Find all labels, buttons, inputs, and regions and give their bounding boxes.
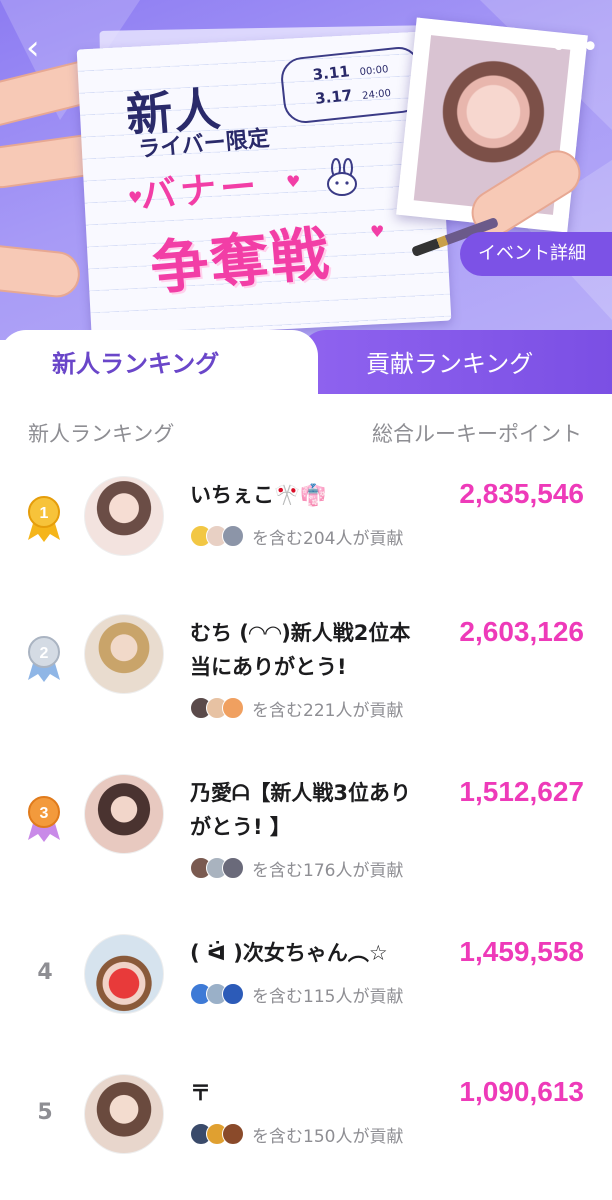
gold-medal-icon: 1 [28, 496, 60, 542]
rookie-points: 2,835,546 [459, 478, 584, 509]
mini-avatar [222, 525, 244, 547]
ranking-row-4[interactable]: 4 ( ᐛ )次女ちゃん︵☆ 1,459,558 を含む115人が貢献 [0, 932, 612, 1042]
ranking-row-1[interactable]: 1 いちぇこ🎌👘 2,835,546 を含む204人が貢献 [0, 474, 612, 584]
ranking-tabs: 新人ランキング 貢献ランキング [0, 330, 612, 394]
streamer-name: 〒 [190, 1081, 211, 1105]
contributor-count: を含む176人が貢献 [252, 860, 404, 881]
date-start: 3.11 [311, 62, 351, 84]
event-banner: 3.11 00:00 3.17 24:00 新人 ライバー限定 バナー 争奪戦 ♥ … [0, 0, 612, 340]
avatar[interactable] [84, 934, 164, 1014]
medal-rank: 3 [40, 805, 49, 822]
streamer-name: むち (◠◠)新人戦2位本当にありがとう! [190, 621, 411, 679]
bronze-medal-icon: 3 [28, 796, 60, 842]
mini-avatar [222, 1123, 244, 1145]
more-options-icon[interactable]: ••• [550, 30, 599, 66]
streamer-name: 乃愛ᗩ【新人戦3位ありがとう! 】 [190, 781, 412, 839]
ranking-row-2[interactable]: 2 むち (◠◠)新人戦2位本当にありがとう! 2,603,126 を含む221… [0, 612, 612, 752]
avatar[interactable] [84, 476, 164, 556]
date-end: 3.17 [314, 86, 354, 108]
list-header-left: 新人ランキング [28, 422, 175, 446]
contributors[interactable]: を含む150人が貢献 [190, 1120, 403, 1148]
contributors[interactable]: を含む176人が貢献 [190, 854, 403, 882]
heart-icon: ♥ [370, 222, 385, 241]
avatar[interactable] [84, 1074, 164, 1154]
medal-rank: 2 [40, 645, 49, 662]
contributor-count: を含む204人が貢献 [252, 528, 404, 549]
contributor-avatars [190, 857, 244, 879]
contributor-count: を含む150人が貢献 [252, 1126, 404, 1147]
bunny-icon [327, 158, 357, 196]
heart-icon: ♥ [286, 172, 301, 191]
back-icon[interactable]: ‹ [26, 30, 62, 66]
heart-icon: ♥ [128, 188, 143, 207]
contributors[interactable]: を含む221人が貢献 [190, 694, 403, 722]
list-header-right: 総合ルーキーポイント [372, 422, 582, 446]
mini-avatar [222, 697, 244, 719]
mini-avatar [222, 857, 244, 879]
rookie-points: 1,090,613 [459, 1076, 584, 1107]
tab-newbie-label[interactable]: 新人ランキング [52, 344, 219, 379]
date-start-time: 00:00 [359, 64, 390, 79]
contributor-count: を含む221人が貢献 [252, 700, 404, 721]
streamer-name: いちぇこ🎌👘 [190, 483, 327, 507]
contributors[interactable]: を含む204人が貢献 [190, 522, 403, 550]
contributor-count: を含む115人が貢献 [252, 986, 404, 1007]
ranking-row-5[interactable]: 5 〒 1,090,613 を含む150人が貢献 [0, 1072, 612, 1182]
contributor-avatars [190, 525, 244, 547]
contributor-avatars [190, 1123, 244, 1145]
rank-number: 4 [37, 960, 53, 985]
streamer-name: ( ᐛ )次女ちゃん︵☆ [190, 941, 388, 965]
banner-title-battle: 争奪戦 [147, 219, 334, 303]
tab-contribution-label[interactable]: 貢献ランキング [366, 344, 533, 379]
avatar[interactable] [84, 774, 164, 854]
contributors[interactable]: を含む115人が貢献 [190, 980, 403, 1008]
mini-avatar [222, 983, 244, 1005]
date-end-time: 24:00 [361, 88, 392, 102]
event-details-button[interactable]: イベント詳細 [460, 232, 612, 276]
rookie-points: 1,512,627 [459, 776, 584, 807]
contributor-avatars [190, 983, 244, 1005]
medal-rank: 1 [40, 505, 49, 522]
rookie-points: 1,459,558 [459, 936, 584, 967]
rank-number: 5 [37, 1100, 53, 1125]
silver-medal-icon: 2 [28, 636, 60, 682]
ranking-row-3[interactable]: 3 乃愛ᗩ【新人戦3位ありがとう! 】 1,512,627 を含む176人が貢献 [0, 772, 612, 912]
rookie-points: 2,603,126 [459, 616, 584, 647]
banner-title-banner: バナー [138, 165, 262, 218]
avatar[interactable] [84, 614, 164, 694]
contributor-avatars [190, 697, 244, 719]
